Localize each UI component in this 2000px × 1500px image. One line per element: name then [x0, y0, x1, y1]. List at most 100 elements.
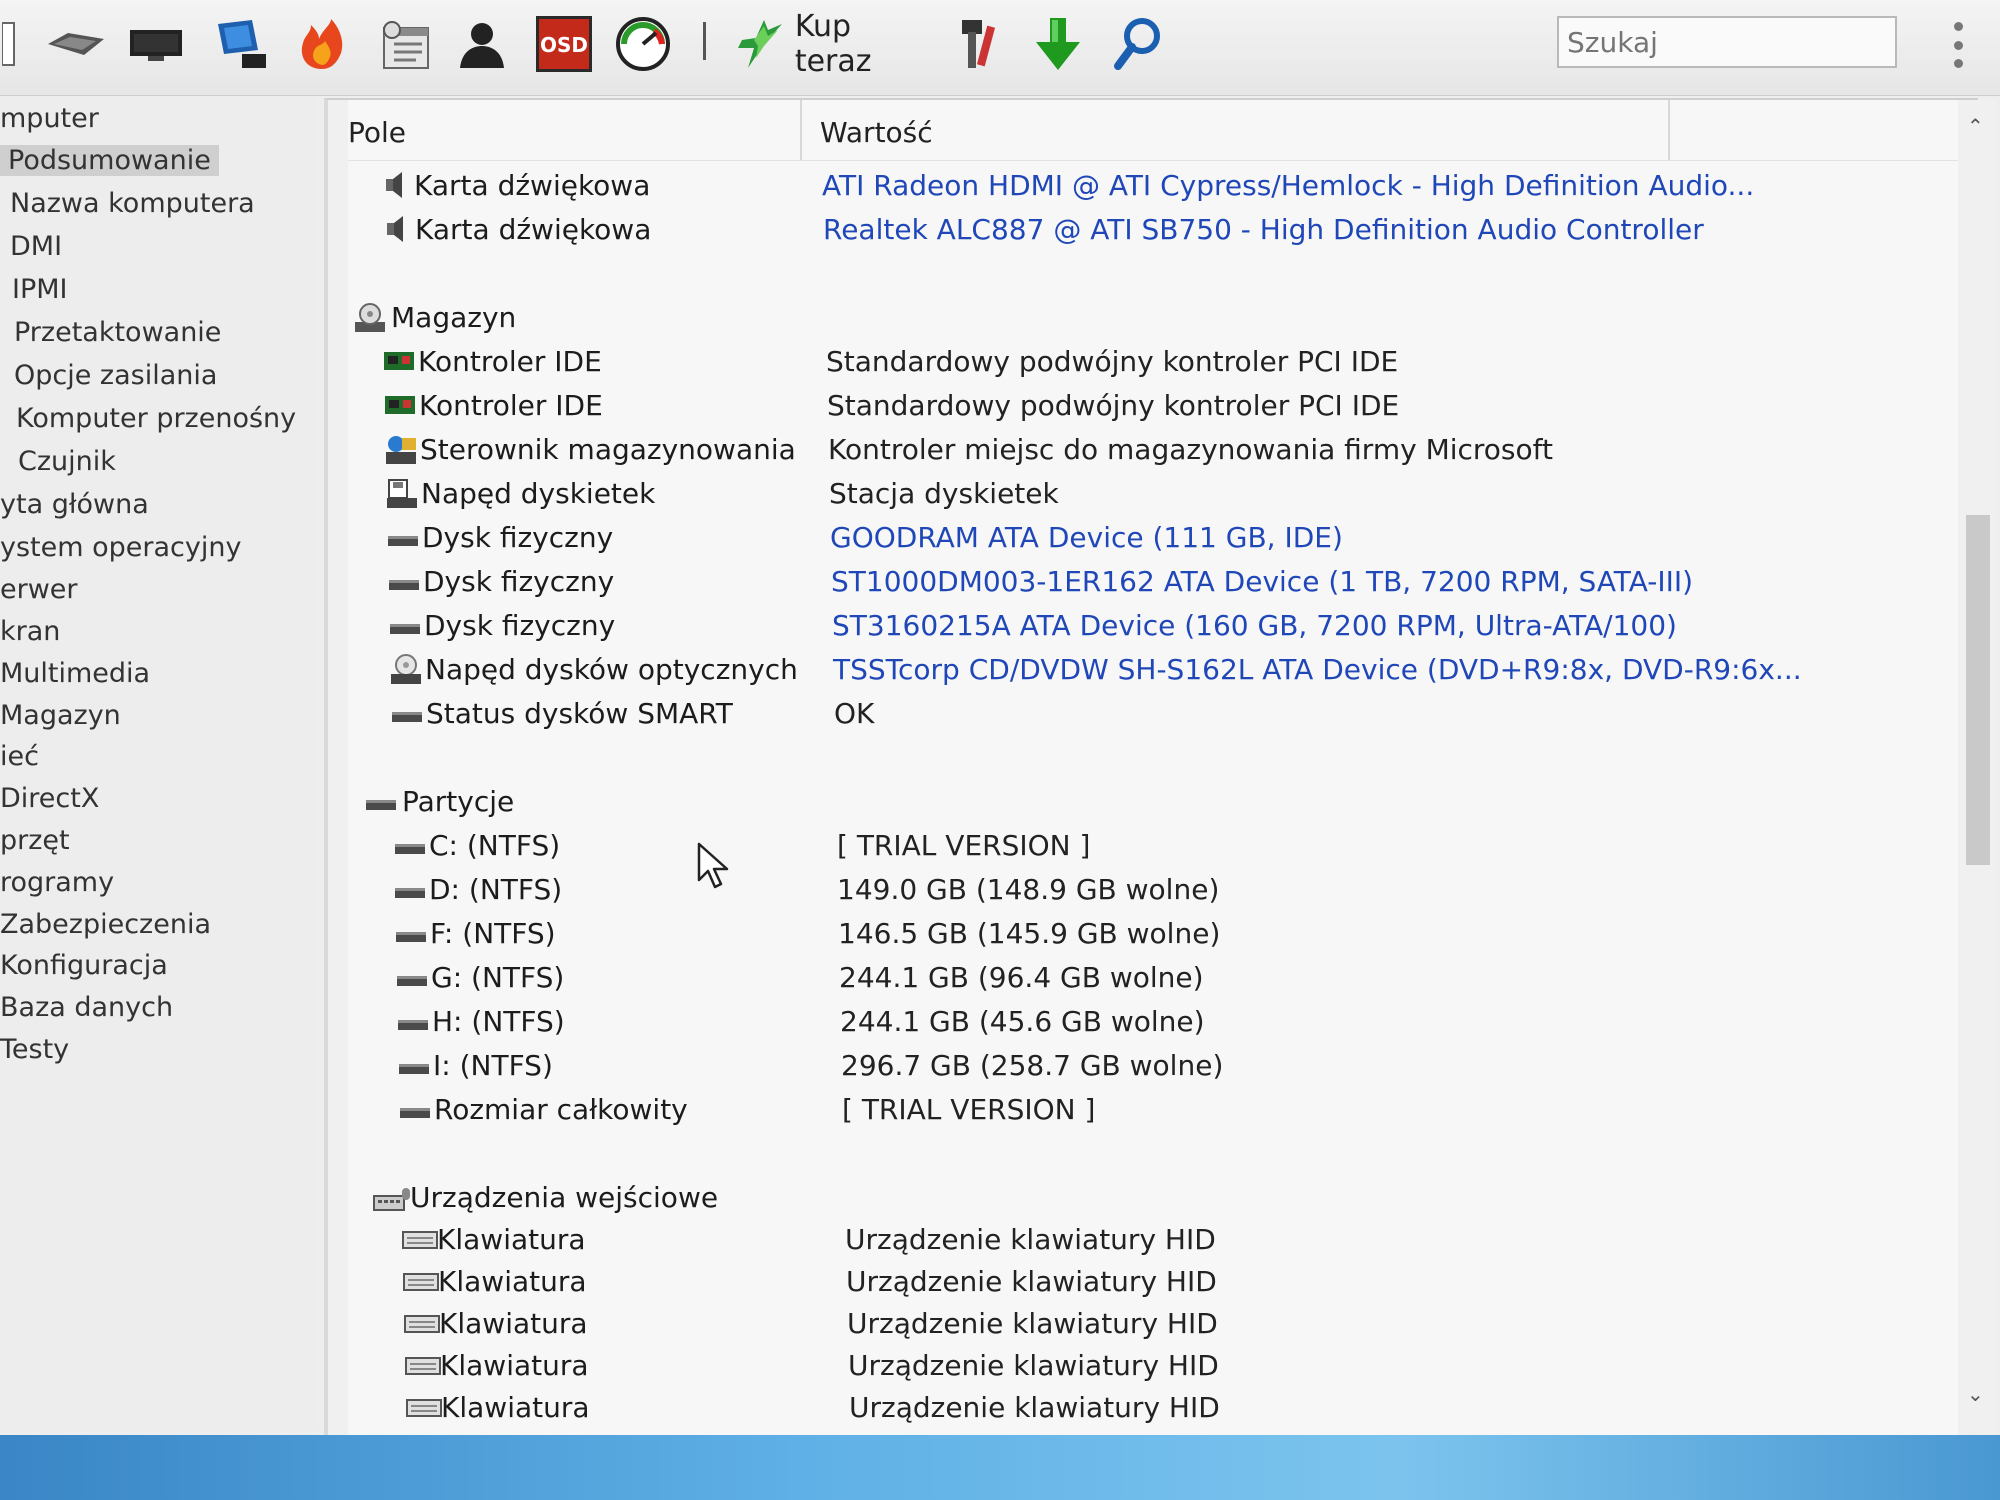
sidebar-item-network[interactable]: ieć: [0, 738, 39, 776]
table-row[interactable]: Klawiatura Urządzenie klawiatury HID: [328, 1262, 1948, 1302]
column-header-field[interactable]: Pole: [348, 100, 406, 160]
field-label: Kontroler IDE: [419, 389, 603, 422]
value-link[interactable]: TSSTcorp CD/DVDW SH-S162L ATA Device (DV…: [833, 650, 1802, 690]
sidebar-item-summary[interactable]: Podsumowanie: [0, 142, 219, 180]
sidebar-item-power-options[interactable]: Opcje zasilania: [14, 357, 217, 395]
field-value: 146.5 GB (145.9 GB wolne): [838, 917, 1221, 950]
table-row[interactable]: Dysk fizyczny GOODRAM ATA Device (111 GB,…: [328, 518, 1948, 558]
field-label: C: (NTFS): [429, 829, 561, 862]
buy-icon: [738, 20, 782, 68]
sidebar-item-storage[interactable]: Magazyn: [0, 697, 121, 735]
speaker-icon: [379, 214, 411, 244]
scroll-down-icon[interactable]: ⌄: [1967, 1382, 1984, 1406]
sidebar-item-operating-system[interactable]: ystem operacyjny: [0, 529, 241, 567]
table-row[interactable]: D: (NTFS) 149.0 GB (148.9 GB wolne): [328, 870, 1948, 910]
table-row[interactable]: Klawiatura Urządzenie klawiatury HID: [328, 1388, 1948, 1428]
page-icon[interactable]: [0, 14, 20, 74]
table-row[interactable]: I: (NTFS) 296.7 GB (258.7 GB wolne): [328, 1046, 1948, 1086]
table-row[interactable]: Dysk fizyczny ST3160215A ATA Device (160 …: [328, 606, 1948, 646]
table-row[interactable]: Klawiatura Urządzenie klawiatury HID: [328, 1346, 1948, 1386]
sidebar-item-configuration[interactable]: Konfiguracja: [0, 947, 168, 985]
section-header[interactable]: Magazyn: [328, 298, 1948, 338]
table-row[interactable]: Rozmiar całkowity [ TRIAL VERSION ]: [328, 1090, 1948, 1130]
value-link[interactable]: GOODRAM ATA Device (111 GB, IDE): [830, 518, 1343, 558]
osd-icon[interactable]: OSD: [534, 14, 594, 74]
motherboard-icon[interactable]: [44, 14, 108, 74]
table-row[interactable]: Napęd dyskietek Stacja dyskietek: [328, 474, 1948, 514]
table-row[interactable]: Kontroler IDE Standardowy podwójny kontro…: [328, 386, 1948, 426]
value-link[interactable]: ATI Radeon HDMI @ ATI Cypress/Hemlock - …: [822, 166, 1754, 206]
value-link[interactable]: ST1000DM003-1ER162 ATA Device (1 TB, 720…: [831, 562, 1693, 602]
sidebar-item-computer-name[interactable]: Nazwa komputera: [10, 185, 255, 223]
buy-now-button[interactable]: Kup teraz: [734, 9, 934, 79]
table-row[interactable]: F: (NTFS) 146.5 GB (145.9 GB wolne): [328, 914, 1948, 954]
field-label: Klawiatura: [441, 1391, 590, 1424]
disk-icon: [387, 566, 419, 596]
taskbar: [0, 1435, 2000, 1500]
table-row[interactable]: Sterownik magazynowania Kontroler miejsc …: [328, 430, 1948, 470]
sidebar-item-dmi[interactable]: DMI: [10, 228, 62, 266]
field-value: Urządzenie klawiatury HID: [847, 1307, 1218, 1340]
search-input[interactable]: [1557, 16, 1897, 68]
users-icon[interactable]: [454, 14, 510, 74]
sidebar-item-devices[interactable]: przęt: [0, 822, 70, 860]
table-row[interactable]: Klawiatura Urządzenie klawiatury HID: [328, 1220, 1948, 1260]
section-header[interactable]: Urządzenia wejściowe: [328, 1178, 1948, 1218]
monitor-icon[interactable]: [126, 14, 186, 74]
more-options-icon[interactable]: [1952, 22, 1964, 68]
table-row[interactable]: H: (NTFS) 244.1 GB (45.6 GB wolne): [328, 1002, 1948, 1042]
table-row[interactable]: Karta dźwiękowa ATI Radeon HDMI @ ATI Cyp…: [328, 166, 1948, 206]
vertical-scrollbar[interactable]: ⌃ ⌄: [1958, 100, 1996, 1440]
tools-icon[interactable]: [950, 14, 1006, 74]
scroll-up-icon[interactable]: ⌃: [1967, 114, 1984, 138]
field-label: Rozmiar całkowity: [434, 1093, 688, 1126]
value-link[interactable]: Realtek ALC887 @ ATI SB750 - High Defini…: [823, 210, 1704, 250]
column-separator[interactable]: [800, 100, 802, 160]
value-link[interactable]: ST3160215A ATA Device (160 GB, 7200 RPM,…: [832, 606, 1677, 646]
sidebar-item-server[interactable]: erwer: [0, 571, 78, 609]
field-value: Urządzenie klawiatury HID: [848, 1349, 1219, 1382]
input-devices-icon: [372, 1182, 410, 1212]
table-row[interactable]: Klawiatura Urządzenie klawiatury HID: [328, 1304, 1948, 1344]
sidebar-item-sensor[interactable]: Czujnik: [18, 443, 116, 481]
firefox-icon[interactable]: [294, 14, 350, 74]
svg-text:OSD: OSD: [540, 33, 588, 57]
scrollbar-thumb[interactable]: [1966, 515, 1990, 865]
table-row[interactable]: Napęd dysków optycznych TSSTcorp CD/DVDW …: [328, 650, 1948, 690]
table-row[interactable]: G: (NTFS) 244.1 GB (96.4 GB wolne): [328, 958, 1948, 998]
sidebar-item-overclocking[interactable]: Przetaktowanie: [14, 314, 221, 352]
table-row[interactable]: Kontroler IDE Standardowy podwójny kontro…: [328, 342, 1948, 382]
sidebar-item-portable-computer[interactable]: Komputer przenośny: [16, 400, 296, 438]
table-row[interactable]: Dysk fizyczny ST1000DM003-1ER162 ATA Devi…: [328, 562, 1948, 602]
sidebar-item-ipmi[interactable]: IPMI: [12, 271, 68, 309]
field-label: Napęd dyskietek: [421, 477, 656, 510]
benchmark-icon[interactable]: [612, 14, 674, 74]
sidebar-item-security[interactable]: Zabezpieczenia: [0, 906, 211, 944]
column-header-value[interactable]: Wartość: [820, 100, 933, 160]
sidebar-item-computer[interactable]: mputer: [0, 100, 99, 138]
keyboard-icon: [402, 1266, 439, 1296]
keyboard-icon: [403, 1308, 440, 1338]
field-label: Kontroler IDE: [418, 345, 602, 378]
table-row[interactable]: Status dysków SMART OK: [328, 694, 1948, 734]
network-icon[interactable]: [212, 14, 272, 74]
schedule-icon[interactable]: [374, 14, 434, 74]
sidebar-item-motherboard[interactable]: yta główna: [0, 486, 149, 524]
search-icon[interactable]: [1110, 14, 1166, 74]
column-separator[interactable]: [1668, 100, 1670, 160]
sidebar-item-benchmark[interactable]: Testy: [0, 1031, 69, 1069]
storage-driver-icon: [384, 434, 416, 464]
section-title: Partycje: [402, 785, 515, 818]
field-label: G: (NTFS): [431, 961, 565, 994]
table-row[interactable]: C: (NTFS) [ TRIAL VERSION ]: [328, 826, 1948, 866]
sidebar-item-database[interactable]: Baza danych: [0, 989, 173, 1027]
details-panel: Pole Wartość Karta dźwiękowa ATI Radeon H…: [324, 98, 1978, 1440]
section-header[interactable]: Partycje: [328, 782, 1948, 822]
sidebar-item-directx[interactable]: DirectX: [0, 780, 99, 818]
sidebar-item-display[interactable]: kran: [0, 613, 60, 651]
sidebar-item-multimedia[interactable]: Multimedia: [0, 655, 150, 693]
table-row[interactable]: Karta dźwiękowa Realtek ALC887 @ ATI SB75…: [328, 210, 1948, 250]
field-value: Urządzenie klawiatury HID: [845, 1223, 1216, 1256]
sidebar-item-software[interactable]: rogramy: [0, 864, 114, 902]
download-icon[interactable]: [1030, 14, 1086, 74]
